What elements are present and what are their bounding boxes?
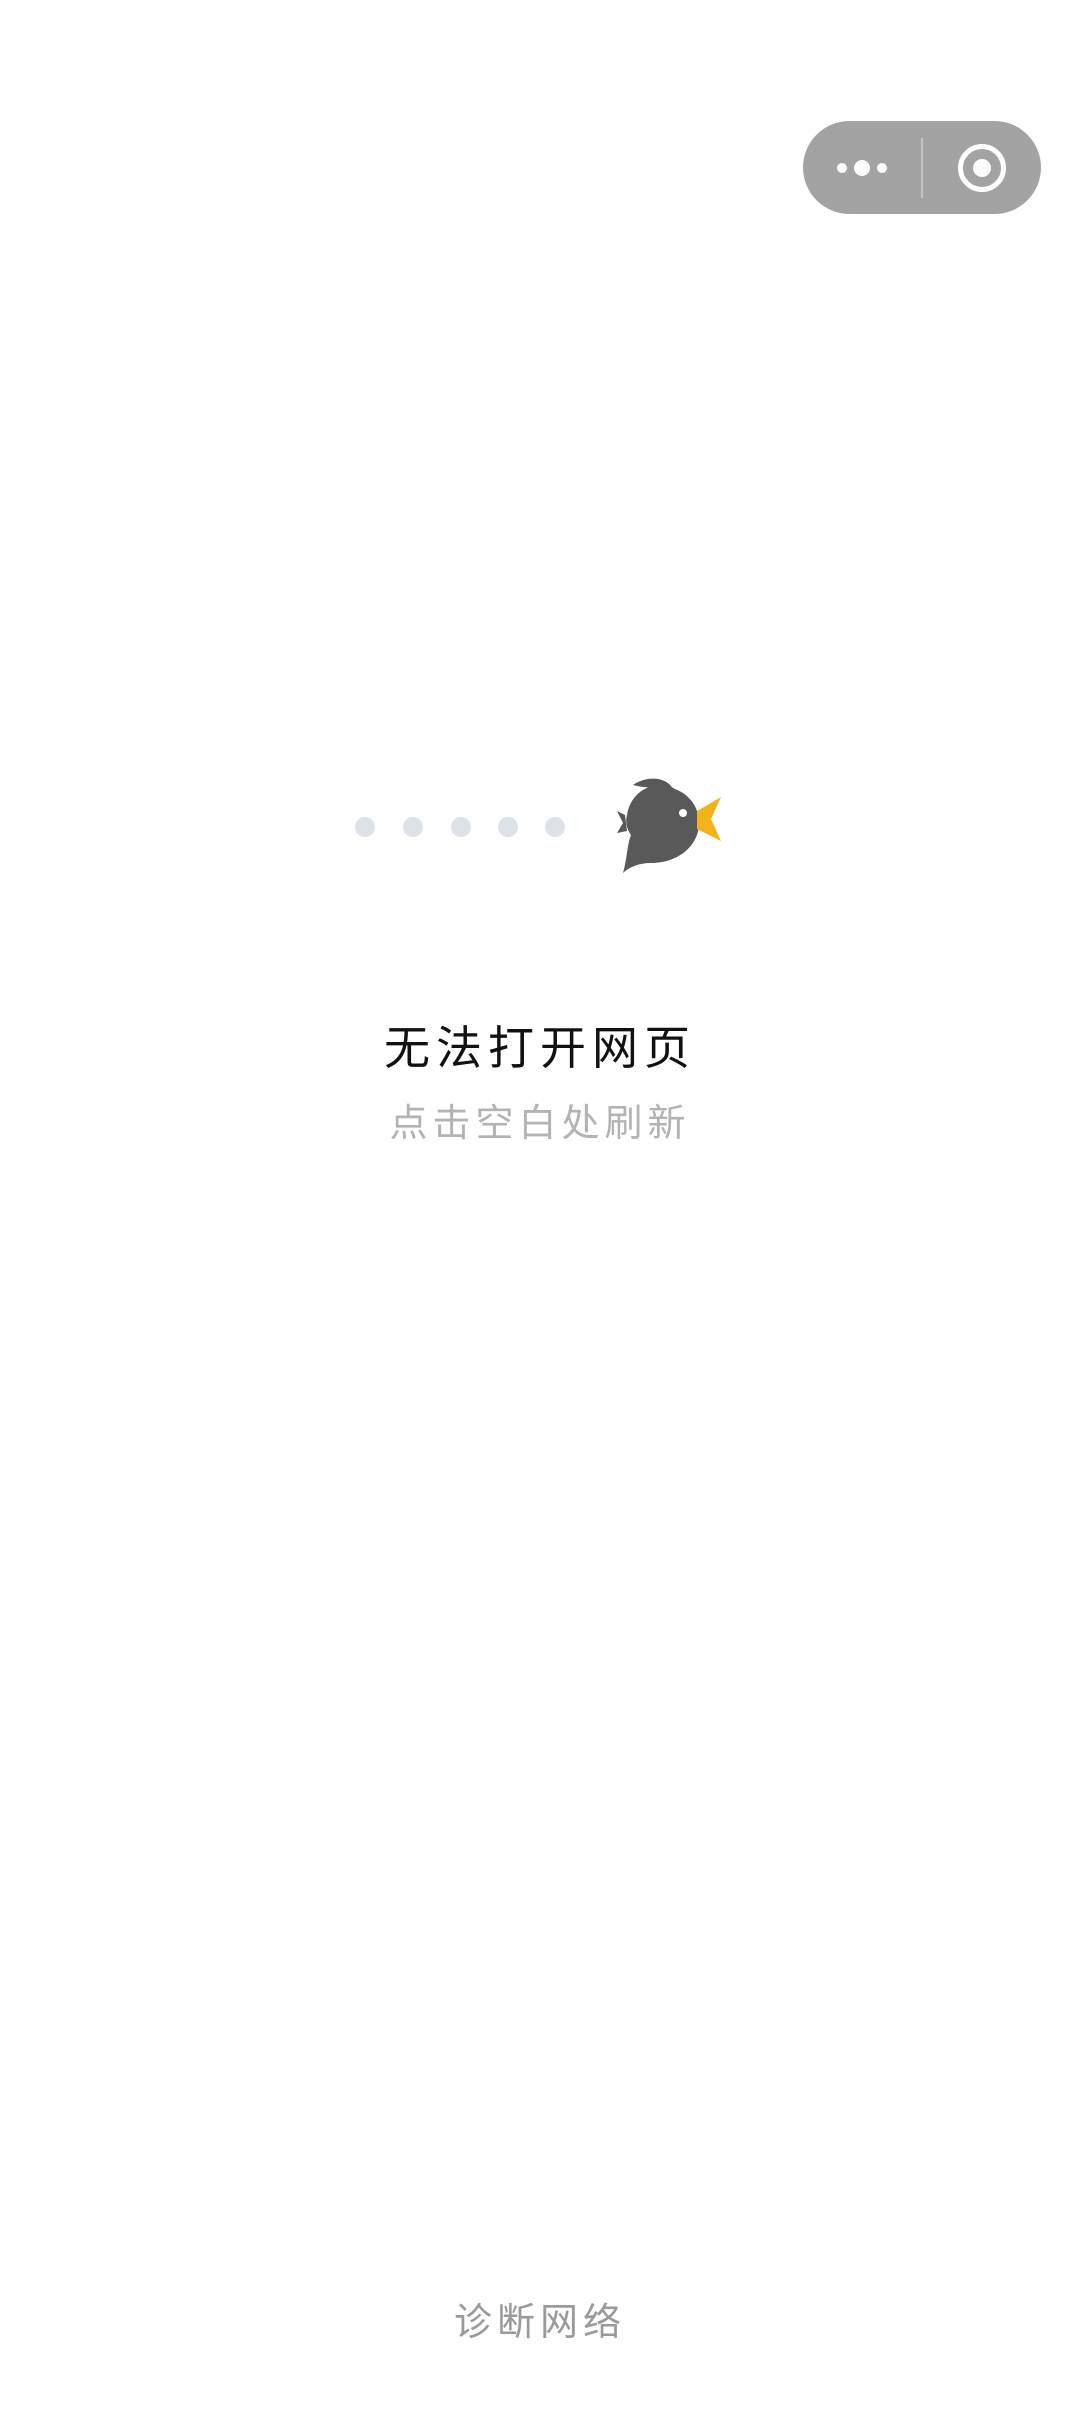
miniprogram-capsule xyxy=(803,121,1041,214)
diagnose-network-link[interactable]: 诊断网络 xyxy=(0,2296,1080,2348)
trail-dot xyxy=(355,817,375,837)
target-close-icon xyxy=(958,143,1006,192)
refresh-hint[interactable]: 点击空白处刷新 xyxy=(0,1097,1080,1149)
more-dots-icon xyxy=(837,159,887,176)
trail-dot xyxy=(498,817,518,837)
trail-dot xyxy=(403,817,423,837)
bird-icon xyxy=(617,778,721,873)
more-button[interactable] xyxy=(803,121,921,214)
close-miniprogram-button[interactable] xyxy=(923,121,1041,214)
trail-dot xyxy=(451,817,471,837)
error-illustration xyxy=(355,775,725,875)
error-title: 无法打开网页 xyxy=(384,1021,696,1075)
trail-dot xyxy=(545,817,565,837)
